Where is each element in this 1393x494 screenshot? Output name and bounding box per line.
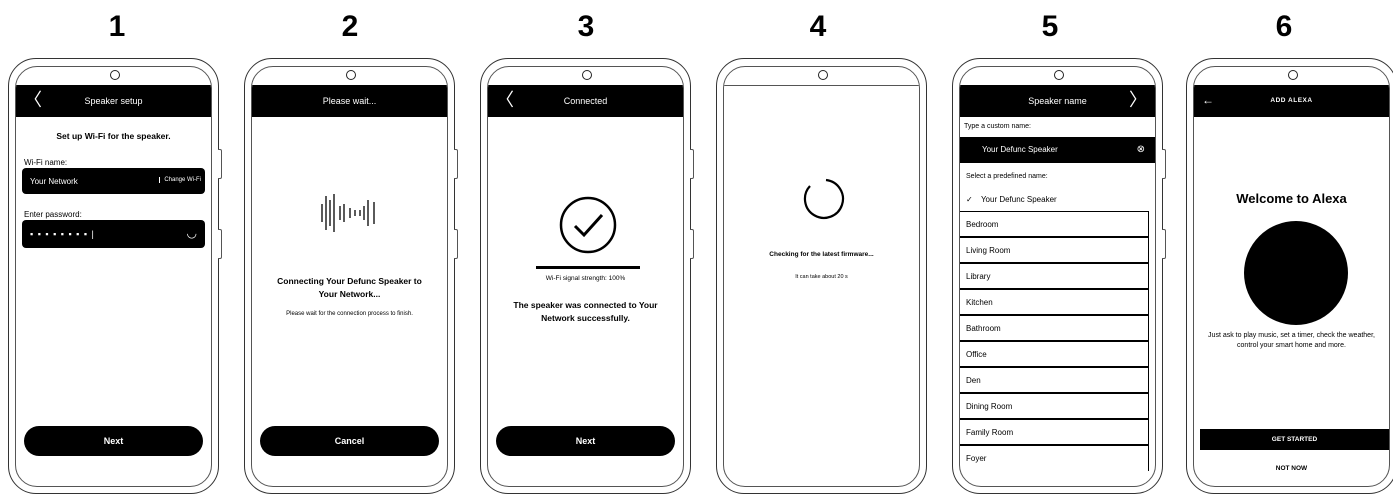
checkmark-circle-icon (559, 196, 617, 254)
phone-frame-3: 〈 Connected Wi-Fi signal strength: 100% … (480, 58, 694, 494)
get-started-button[interactable]: GET STARTED (1200, 429, 1389, 450)
name-option[interactable]: Dining Room (960, 393, 1149, 419)
side-button (218, 229, 222, 259)
screen-please-wait: Please wait... Connecting Your Defunc Sp… (251, 66, 448, 487)
camera-icon (345, 70, 356, 80)
camera-icon (1053, 70, 1064, 80)
custom-name-value: Your Defunc Speaker (982, 145, 1058, 154)
selected-name-option[interactable]: ✓ Your Defunc Speaker (966, 192, 1057, 208)
change-wifi-link[interactable]: Change Wi-Fi (159, 177, 201, 183)
back-arrow-icon[interactable]: 〈 (24, 85, 42, 115)
side-button (454, 149, 458, 179)
camera-icon (581, 70, 592, 80)
loading-spinner-icon (803, 178, 845, 219)
wifi-heading: Set up Wi-Fi for the speaker. (56, 131, 171, 141)
custom-name-label: Type a custom name: (964, 123, 1031, 130)
wifi-name-label: Wi-Fi name: (24, 158, 68, 167)
password-label: Enter password: (24, 210, 82, 219)
phone-frame-6: ← ADD ALEXA Welcome to Alexa Just ask to… (1186, 58, 1393, 494)
password-mask: ▪ ▪ ▪ ▪ ▪ ▪ ▪ ▪ | (30, 229, 95, 239)
name-option[interactable]: Foyer (960, 445, 1149, 471)
screen-connected: 〈 Connected Wi-Fi signal strength: 100% … (487, 66, 684, 487)
step-number-6: 6 (1275, 10, 1293, 43)
next-button[interactable]: Next (496, 426, 675, 456)
step-number-2: 2 (341, 10, 359, 43)
back-arrow-icon[interactable]: ← (1202, 85, 1215, 115)
side-button (690, 149, 694, 179)
duration-note: It can take about 20 s (795, 274, 848, 280)
sound-wave-icon (321, 194, 375, 232)
camera-icon (1287, 70, 1298, 80)
side-button (1162, 229, 1166, 259)
camera-icon (817, 70, 828, 80)
alexa-description: Just ask to play music, set a timer, che… (1208, 332, 1375, 349)
page-title: Speaker setup (84, 96, 143, 106)
app-header: Please wait... (252, 85, 447, 117)
selected-name-label: Your Defunc Speaker (980, 195, 1057, 204)
step-number-1: 1 (108, 10, 126, 43)
side-button (218, 149, 222, 179)
screen-add-alexa: ← ADD ALEXA Welcome to Alexa Just ask to… (1193, 66, 1390, 487)
predefined-name-label: Select a predefined name: (966, 173, 1048, 180)
name-option[interactable]: Family Room (960, 419, 1149, 445)
cancel-button[interactable]: Cancel (260, 426, 439, 456)
welcome-heading: Welcome to Alexa (1236, 191, 1347, 206)
clear-icon[interactable]: ⊗ (1137, 137, 1145, 163)
screen-firmware-check: Checking for the latest firmware... It c… (723, 66, 920, 487)
success-message: The speaker was connected to Your Networ… (513, 300, 658, 323)
app-header: 〈 Speaker setup (16, 85, 211, 117)
name-option[interactable]: Bathroom (960, 315, 1149, 341)
name-option[interactable]: Living Room (960, 237, 1149, 263)
page-title: Please wait... (322, 96, 377, 106)
camera-icon (109, 70, 120, 80)
side-button (1162, 149, 1166, 179)
name-option[interactable]: Kitchen (960, 289, 1149, 315)
password-field[interactable]: ▪ ▪ ▪ ▪ ▪ ▪ ▪ ▪ | ◡ (22, 220, 205, 248)
name-option[interactable]: Library (960, 263, 1149, 289)
forward-arrow-icon[interactable]: 〉 (1129, 85, 1147, 115)
phone-frame-4: Checking for the latest firmware... It c… (716, 58, 927, 494)
checking-firmware-text: Checking for the latest firmware... (769, 251, 874, 258)
back-arrow-icon[interactable]: 〈 (496, 85, 514, 115)
signal-strength-bar (536, 266, 640, 269)
checkmark-icon: ✓ (966, 195, 973, 204)
custom-name-field[interactable]: Your Defunc Speaker ⊗ (960, 137, 1155, 163)
not-now-button[interactable]: NOT NOW (1202, 465, 1381, 472)
page-title: Connected (563, 96, 608, 106)
app-header: Speaker name 〉 (960, 85, 1155, 117)
name-option[interactable]: Bedroom (960, 211, 1149, 237)
connecting-message: Connecting Your Defunc Speaker to Your N… (277, 276, 422, 299)
screen-speaker-name: Speaker name 〉 Type a custom name: Your … (959, 66, 1156, 487)
app-header: ← ADD ALEXA (1194, 85, 1389, 117)
name-option[interactable]: Den (960, 367, 1149, 393)
step-number-5: 5 (1041, 10, 1059, 43)
show-password-icon[interactable]: ◡ (187, 226, 197, 240)
next-button[interactable]: Next (24, 426, 203, 456)
screen-wifi-setup: 〈 Speaker setup Set up Wi-Fi for the spe… (15, 66, 212, 487)
app-header: 〈 Connected (488, 85, 683, 117)
phone-frame-2: Please wait... Connecting Your Defunc Sp… (244, 58, 458, 494)
page-title: Speaker name (1028, 96, 1087, 106)
side-button (454, 229, 458, 259)
wifi-name-field[interactable]: Your Network Change Wi-Fi (22, 168, 205, 194)
step-number-3: 3 (577, 10, 595, 43)
phone-frame-1: 〈 Speaker setup Set up Wi-Fi for the spe… (8, 58, 222, 494)
status-bar-divider (724, 85, 919, 86)
wifi-name-value: Your Network (30, 177, 78, 186)
side-button (690, 229, 694, 259)
signal-strength-fill (536, 266, 640, 269)
name-option[interactable]: Office (960, 341, 1149, 367)
page-title: ADD ALEXA (1270, 97, 1313, 104)
wait-note: Please wait for the connection process t… (286, 311, 413, 317)
step-number-4: 4 (809, 10, 827, 43)
signal-strength-text: Wi-Fi signal strength: 100% (545, 275, 626, 282)
phone-frame-5: Speaker name 〉 Type a custom name: Your … (952, 58, 1166, 494)
alexa-logo-circle (1244, 221, 1348, 325)
